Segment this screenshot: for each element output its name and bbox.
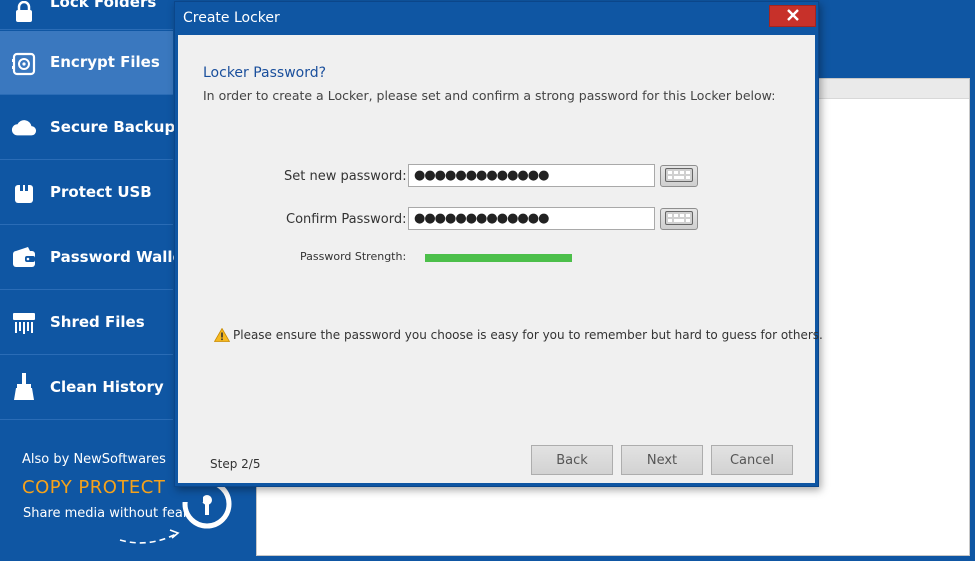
broom-icon — [11, 373, 37, 400]
new-password-label: Set new password: — [284, 169, 407, 184]
new-password-input[interactable] — [408, 164, 655, 187]
warning-text: Please ensure the password you choose is… — [233, 328, 823, 342]
promo-subtitle: Share media without fear — [23, 506, 189, 521]
keyboard-icon — [665, 210, 693, 229]
swoosh-arrow-icon — [118, 526, 184, 548]
sidebar-item-label: Clean History — [50, 378, 164, 396]
wallet-icon — [11, 245, 37, 271]
cancel-button[interactable]: Cancel — [711, 445, 793, 475]
sidebar-item-label: Encrypt Files — [50, 53, 160, 71]
sidebar-item-label: Secure Backup — [50, 118, 176, 136]
sidebar-item-secure-backup[interactable]: Secure Backup — [0, 96, 176, 160]
keyboard-icon — [665, 167, 693, 186]
back-button[interactable]: Back — [531, 445, 613, 475]
next-button[interactable]: Next — [621, 445, 703, 475]
sidebar-item-label: Protect USB — [50, 183, 152, 201]
promo-title: COPY PROTECT — [22, 477, 166, 498]
safe-icon — [11, 51, 37, 77]
password-warning: Please ensure the password you choose is… — [213, 327, 823, 342]
usb-icon — [11, 180, 37, 206]
shredder-icon — [11, 310, 37, 336]
close-button[interactable] — [769, 5, 816, 27]
sidebar-item-label: Password Wallet — [50, 248, 190, 266]
sidebar-item-lock-folders[interactable]: Lock Folders — [0, 0, 173, 30]
dialog-instructions: In order to create a Locker, please set … — [203, 88, 776, 103]
new-password-keyboard-button[interactable] — [660, 165, 698, 187]
confirm-password-input[interactable] — [408, 207, 655, 230]
lock-icon — [11, 0, 37, 25]
confirm-password-label: Confirm Password: — [286, 212, 407, 227]
cloud-icon — [11, 115, 37, 141]
sidebar-item-shred-files[interactable]: Shred Files — [0, 291, 173, 355]
sidebar-item-label: Lock Folders — [50, 0, 157, 11]
dialog-body: Locker Password? In order to create a Lo… — [178, 35, 823, 483]
warning-icon — [213, 327, 231, 342]
sidebar-item-encrypt-files[interactable]: Encrypt Files — [0, 31, 173, 95]
password-strength-label: Password Strength: — [300, 250, 407, 263]
confirm-password-keyboard-button[interactable] — [660, 208, 698, 230]
password-strength-bar — [425, 254, 572, 262]
dialog-heading: Locker Password? — [203, 65, 327, 81]
password-strength-fill — [425, 254, 572, 262]
sidebar-item-protect-usb[interactable]: Protect USB — [0, 161, 173, 225]
step-indicator: Step 2/5 — [210, 457, 261, 471]
close-icon — [786, 7, 800, 26]
sidebar-item-password-wallet[interactable]: Password Wallet — [0, 226, 190, 290]
dialog-title: Create Locker — [183, 10, 280, 26]
sidebar-item-clean-history[interactable]: Clean History — [0, 356, 173, 420]
promo-by-text: Also by NewSoftwares — [22, 452, 166, 467]
create-locker-dialog: Create Locker Locker Password? In order … — [174, 1, 823, 487]
sidebar-item-label: Shred Files — [50, 313, 145, 331]
